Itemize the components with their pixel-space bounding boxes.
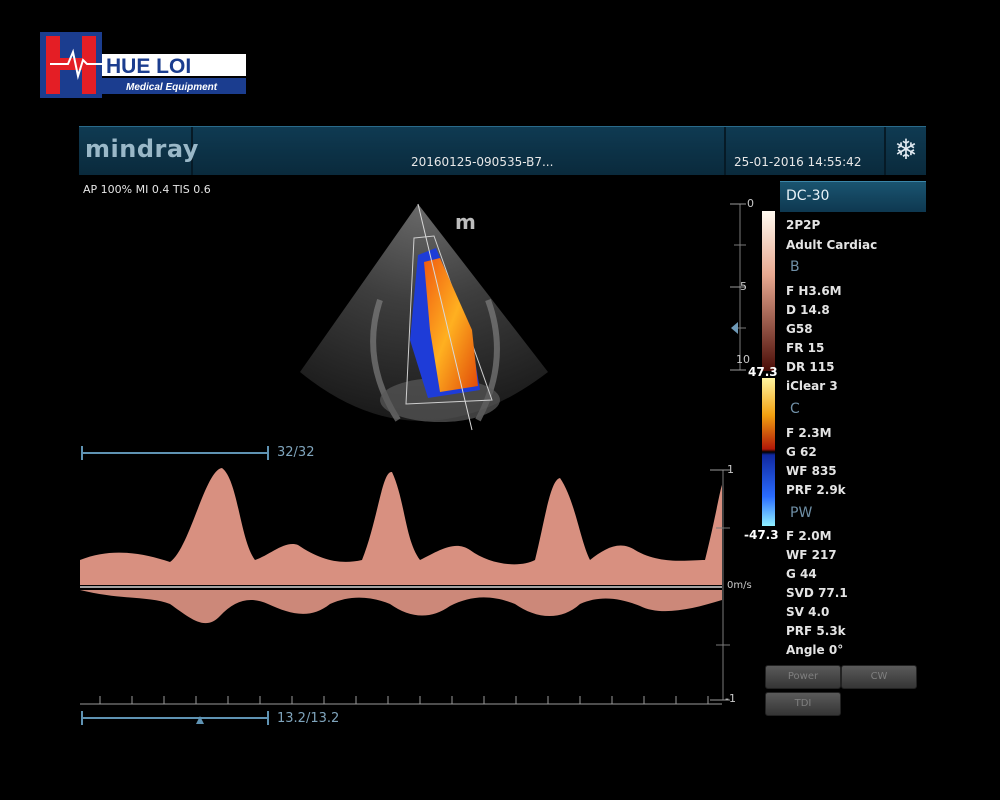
preset-item: 2P2P <box>786 218 821 232</box>
c-param: WF 835 <box>786 464 837 478</box>
power-button[interactable]: Power <box>765 665 841 689</box>
velocity-label-top: 1 <box>727 463 734 476</box>
color-map-bar <box>762 378 775 526</box>
pw-param: F 2.0M <box>786 529 832 543</box>
mindray-image-logo: m <box>455 210 476 234</box>
tdi-button[interactable]: TDI <box>765 692 841 716</box>
doppler-spectrum <box>80 445 730 705</box>
pw-param: SVD 77.1 <box>786 586 848 600</box>
sweep-range-bottom[interactable] <box>81 711 269 725</box>
frame-indicator-top: 32/32 <box>277 445 315 460</box>
b-param: iClear 3 <box>786 379 838 393</box>
pw-mode-title: PW <box>790 505 813 521</box>
preset-item: Adult Cardiac <box>786 238 878 252</box>
pw-param: PRF 5.3k <box>786 624 846 638</box>
frame-indicator-bottom: 13.2/13.2 <box>277 711 340 726</box>
c-param: PRF 2.9k <box>786 483 846 497</box>
gray-map-bar <box>762 211 775 371</box>
pw-param: G 44 <box>786 567 817 581</box>
b-param: D 14.8 <box>786 303 830 317</box>
c-mode-title: C <box>790 401 800 417</box>
probe-selector[interactable]: DC-30 <box>780 181 926 212</box>
velocity-label-bottom: -1 <box>725 692 736 705</box>
pw-param: WF 217 <box>786 548 837 562</box>
b-param: DR 115 <box>786 360 835 374</box>
depth-label-0: 0 <box>747 197 754 210</box>
depth-label-5: 5 <box>740 280 747 293</box>
cw-button[interactable]: CW <box>841 665 917 689</box>
velocity-label-zero: 0m/s <box>727 580 752 591</box>
pw-param: Angle 0° <box>786 643 844 657</box>
b-param: F H3.6M <box>786 284 842 298</box>
focus-marker-icon <box>731 322 738 334</box>
b-param: G58 <box>786 322 813 336</box>
c-param: G 62 <box>786 445 817 459</box>
c-param: F 2.3M <box>786 426 832 440</box>
color-scale-max: 47.3 <box>748 365 778 379</box>
color-scale-min: -47.3 <box>744 528 779 542</box>
pw-param: SV 4.0 <box>786 605 830 619</box>
b-mode-title: B <box>790 259 800 275</box>
b-param: FR 15 <box>786 341 825 355</box>
probe-label: DC-30 <box>786 188 830 204</box>
